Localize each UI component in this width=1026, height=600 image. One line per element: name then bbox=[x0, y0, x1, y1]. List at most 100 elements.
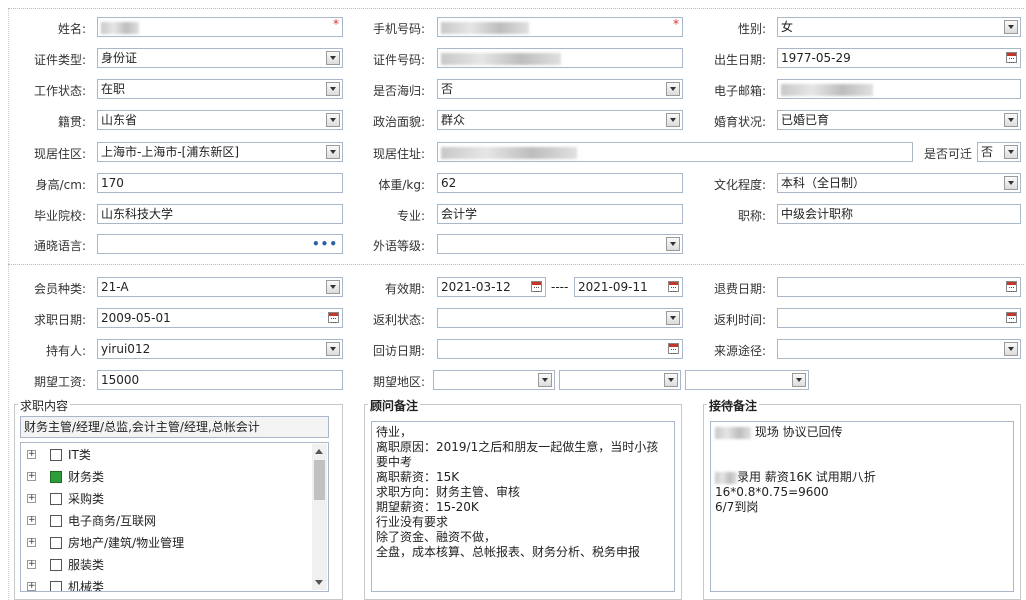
holder-select[interactable]: yirui012 bbox=[97, 339, 343, 359]
checkbox[interactable] bbox=[50, 581, 62, 591]
dropdown-arrow-icon[interactable] bbox=[326, 51, 340, 65]
expand-plus-icon[interactable]: + bbox=[27, 582, 36, 591]
phone-field[interactable]: * bbox=[437, 17, 683, 37]
dropdown-arrow-icon[interactable] bbox=[1004, 342, 1018, 356]
reception-line-2-text: 录用 薪资16K 试用期八折 bbox=[737, 470, 876, 484]
calendar-icon[interactable] bbox=[531, 281, 542, 292]
dropdown-arrow-icon[interactable] bbox=[1004, 20, 1018, 34]
expand-plus-icon[interactable]: + bbox=[27, 516, 36, 525]
major-field[interactable]: 会计学 bbox=[437, 204, 683, 224]
reception-notes-textarea[interactable]: 现场 协议已回传 录用 薪资16K 试用期八折 16*0.8*0.75=9600… bbox=[710, 421, 1014, 592]
tree-item-label: 采购类 bbox=[68, 492, 105, 506]
left-border bbox=[8, 8, 9, 600]
visit-date-field[interactable] bbox=[437, 339, 683, 359]
name-field[interactable]: * bbox=[97, 17, 343, 37]
scroll-up-arrow-icon[interactable] bbox=[315, 449, 323, 454]
member-type-value: 21-A bbox=[101, 280, 129, 294]
dropdown-arrow-icon[interactable] bbox=[326, 280, 340, 294]
rebate-time-field[interactable] bbox=[777, 308, 1021, 328]
job-date-field[interactable]: 2009-05-01 bbox=[97, 308, 343, 328]
expand-plus-icon[interactable]: + bbox=[27, 494, 36, 503]
political-select[interactable]: 群众 bbox=[437, 110, 683, 130]
tree-scrollbar[interactable] bbox=[312, 444, 327, 590]
returnee-select[interactable]: 否 bbox=[437, 79, 683, 99]
native-place-select[interactable]: 山东省 bbox=[97, 110, 343, 130]
checkbox[interactable] bbox=[50, 515, 62, 527]
checkbox[interactable] bbox=[50, 449, 62, 461]
current-area-select[interactable]: 上海市-上海市-[浦东新区] bbox=[97, 142, 343, 162]
dropdown-arrow-icon[interactable] bbox=[326, 113, 340, 127]
dropdown-arrow-icon[interactable] bbox=[664, 373, 678, 387]
calendar-icon[interactable] bbox=[668, 281, 679, 292]
dropdown-arrow-icon[interactable] bbox=[666, 237, 680, 251]
dropdown-arrow-icon[interactable] bbox=[666, 82, 680, 96]
dropdown-arrow-icon[interactable] bbox=[1004, 145, 1018, 159]
reception-spacer bbox=[715, 441, 1009, 470]
languages-field[interactable]: ••• bbox=[97, 234, 343, 254]
education-select[interactable]: 本科（全日制） bbox=[777, 173, 1021, 193]
job-category-tree[interactable]: + IT类 + 财务类 + 采购类 + 电子商务/互联网 + 房地产/建筑/物业管理 + 服… bbox=[20, 442, 329, 592]
reception-line-4: 6/7到岗 bbox=[715, 500, 759, 514]
holder-value: yirui012 bbox=[101, 342, 151, 356]
expand-plus-icon[interactable]: + bbox=[27, 560, 36, 569]
calendar-icon[interactable] bbox=[1006, 281, 1017, 292]
marital-select[interactable]: 已婚已育 bbox=[777, 110, 1021, 130]
dropdown-arrow-icon[interactable] bbox=[1004, 176, 1018, 190]
dropdown-arrow-icon[interactable] bbox=[538, 373, 552, 387]
scroll-down-arrow-icon[interactable] bbox=[315, 580, 323, 585]
redacted-company bbox=[715, 471, 737, 484]
school-field[interactable]: 山东科技大学 bbox=[97, 204, 343, 224]
validity-label: 有效期: bbox=[384, 282, 425, 296]
validity-dash: ---- bbox=[551, 280, 569, 294]
validity-end-field[interactable]: 2021-09-11 bbox=[574, 277, 683, 297]
dropdown-arrow-icon[interactable] bbox=[326, 342, 340, 356]
gender-select[interactable]: 女 bbox=[777, 17, 1021, 37]
scrollbar-thumb[interactable] bbox=[314, 460, 325, 500]
birth-date-field[interactable]: 1977-05-29 bbox=[777, 48, 1021, 68]
required-star: * bbox=[673, 17, 679, 31]
expected-region-label: 期望地区: bbox=[372, 375, 425, 389]
dropdown-arrow-icon[interactable] bbox=[326, 82, 340, 96]
weight-field[interactable]: 62 bbox=[437, 173, 683, 193]
checkbox-checked[interactable] bbox=[50, 471, 62, 483]
region-district-select[interactable] bbox=[685, 370, 809, 390]
relocate-select[interactable]: 否 bbox=[977, 142, 1021, 162]
dropdown-arrow-icon[interactable] bbox=[792, 373, 806, 387]
dropdown-arrow-icon[interactable] bbox=[326, 145, 340, 159]
checkbox[interactable] bbox=[50, 537, 62, 549]
checkbox[interactable] bbox=[50, 493, 62, 505]
dropdown-arrow-icon[interactable] bbox=[666, 113, 680, 127]
refund-date-field[interactable] bbox=[777, 277, 1021, 297]
dropdown-arrow-icon[interactable] bbox=[1004, 113, 1018, 127]
expand-plus-icon[interactable]: + bbox=[27, 472, 36, 481]
name-redacted bbox=[101, 21, 139, 34]
id-number-field[interactable] bbox=[437, 48, 683, 68]
expand-plus-icon[interactable]: + bbox=[27, 450, 36, 459]
calendar-icon[interactable] bbox=[1006, 52, 1017, 63]
title-field[interactable]: 中级会计职称 bbox=[777, 204, 1021, 224]
dropdown-arrow-icon[interactable] bbox=[666, 311, 680, 325]
current-address-field[interactable] bbox=[437, 142, 913, 162]
calendar-icon[interactable] bbox=[328, 312, 339, 323]
work-status-select[interactable]: 在职 bbox=[97, 79, 343, 99]
foreign-level-select[interactable] bbox=[437, 234, 683, 254]
region-province-select[interactable] bbox=[433, 370, 555, 390]
calendar-icon[interactable] bbox=[1006, 312, 1017, 323]
expected-salary-field[interactable]: 15000 bbox=[97, 370, 343, 390]
source-select[interactable] bbox=[777, 339, 1021, 359]
consultant-notes-textarea[interactable]: 待业， 离职原因：2019/1之后和朋友一起做生意，当时小孩要中考 离职薪资：1… bbox=[371, 421, 675, 592]
region-city-select[interactable] bbox=[559, 370, 681, 390]
validity-start-field[interactable]: 2021-03-12 bbox=[437, 277, 546, 297]
id-type-select[interactable]: 身份证 bbox=[97, 48, 343, 68]
email-field[interactable] bbox=[777, 79, 1021, 99]
job-date-value: 2009-05-01 bbox=[101, 311, 171, 325]
school-label: 毕业院校: bbox=[33, 209, 86, 223]
calendar-icon[interactable] bbox=[668, 343, 679, 354]
more-dots-icon[interactable]: ••• bbox=[312, 235, 338, 253]
political-label: 政治面貌: bbox=[372, 115, 425, 129]
checkbox[interactable] bbox=[50, 559, 62, 571]
expand-plus-icon[interactable]: + bbox=[27, 538, 36, 547]
height-field[interactable]: 170 bbox=[97, 173, 343, 193]
rebate-status-select[interactable] bbox=[437, 308, 683, 328]
member-type-select[interactable]: 21-A bbox=[97, 277, 343, 297]
